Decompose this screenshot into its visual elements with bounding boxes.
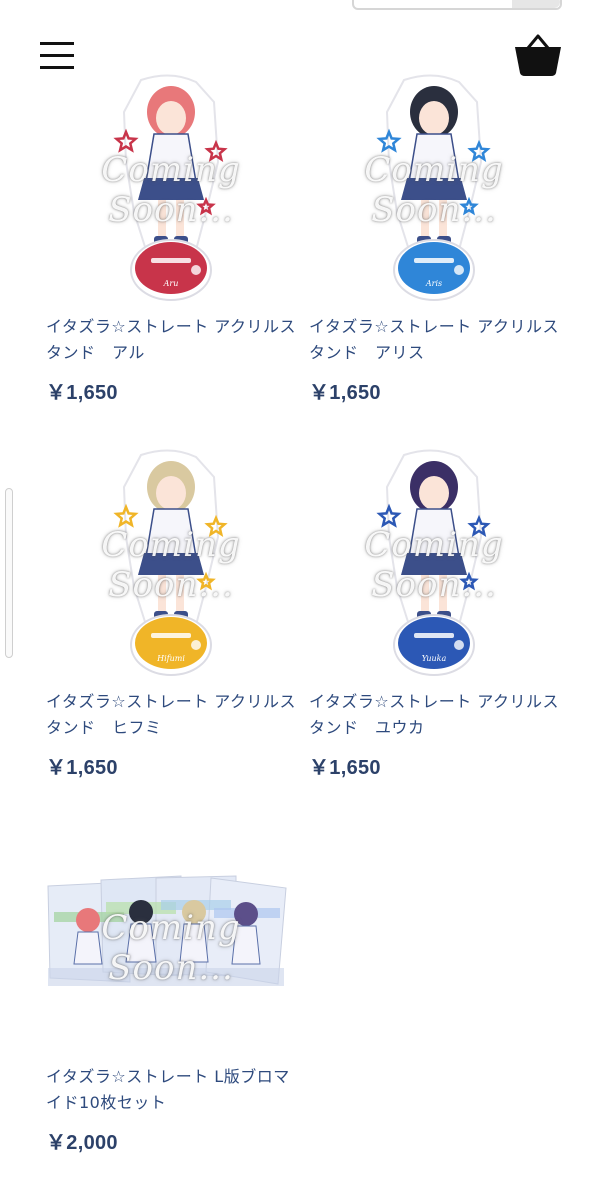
product-image[interactable]: Coming Soon... — [46, 822, 296, 1064]
hamburger-menu-icon[interactable] — [40, 42, 74, 70]
product-image[interactable]: Hifumi Coming Soon... — [46, 447, 296, 689]
product-price: ￥1,650 — [46, 382, 118, 404]
search-button[interactable] — [512, 0, 560, 8]
product-image[interactable]: Aris Coming Soon... — [309, 72, 559, 314]
product-card[interactable]: Aris Coming Soon... イタズラ☆ストレート アクリルスタンド … — [309, 72, 559, 405]
product-price: ￥1,650 — [309, 382, 381, 404]
stand-nameplate-text: Hifumi — [156, 654, 185, 663]
product-card[interactable]: Hifumi Coming Soon... イタズラ☆ストレート アクリルスタン… — [46, 447, 296, 780]
coming-soon-overlay: Coming Soon... — [364, 525, 504, 605]
product-price: ￥1,650 — [46, 757, 118, 779]
stand-nameplate-text: Aris — [425, 279, 442, 288]
stand-nameplate-text: Aru — [163, 279, 179, 288]
product-card[interactable]: Coming Soon... イタズラ☆ストレート L版ブロマイド10枚セット … — [46, 822, 296, 1155]
product-price: ￥1,650 — [309, 757, 381, 779]
product-image[interactable]: Aru Coming Soon... — [46, 72, 296, 314]
product-name[interactable]: イタズラ☆ストレート アクリルスタンド ヒフミ — [46, 689, 296, 741]
coming-soon-overlay: Coming Soon... — [364, 150, 504, 230]
product-image[interactable]: Yuuka Coming Soon... — [309, 447, 559, 689]
product-card[interactable]: Yuuka Coming Soon... イタズラ☆ストレート アクリルスタンド… — [309, 447, 559, 780]
product-name[interactable]: イタズラ☆ストレート アクリルスタンド ユウカ — [309, 689, 559, 741]
scroll-indicator[interactable] — [5, 488, 13, 658]
product-card[interactable]: Aru Coming Soon... イタズラ☆ストレート アクリルスタンド ア… — [46, 72, 296, 405]
coming-soon-overlay: Coming Soon... — [101, 150, 241, 230]
coming-soon-overlay: Coming Soon... — [101, 525, 241, 605]
product-name[interactable]: イタズラ☆ストレート アクリルスタンド アリス — [309, 314, 559, 366]
search-bar-edge[interactable] — [352, 0, 562, 10]
coming-soon-overlay: Coming Soon... — [101, 908, 241, 988]
stand-nameplate-text: Yuuka — [422, 654, 447, 663]
product-name[interactable]: イタズラ☆ストレート L版ブロマイド10枚セット — [46, 1064, 296, 1116]
product-name[interactable]: イタズラ☆ストレート アクリルスタンド アル — [46, 314, 296, 366]
product-price: ￥2,000 — [46, 1132, 118, 1154]
